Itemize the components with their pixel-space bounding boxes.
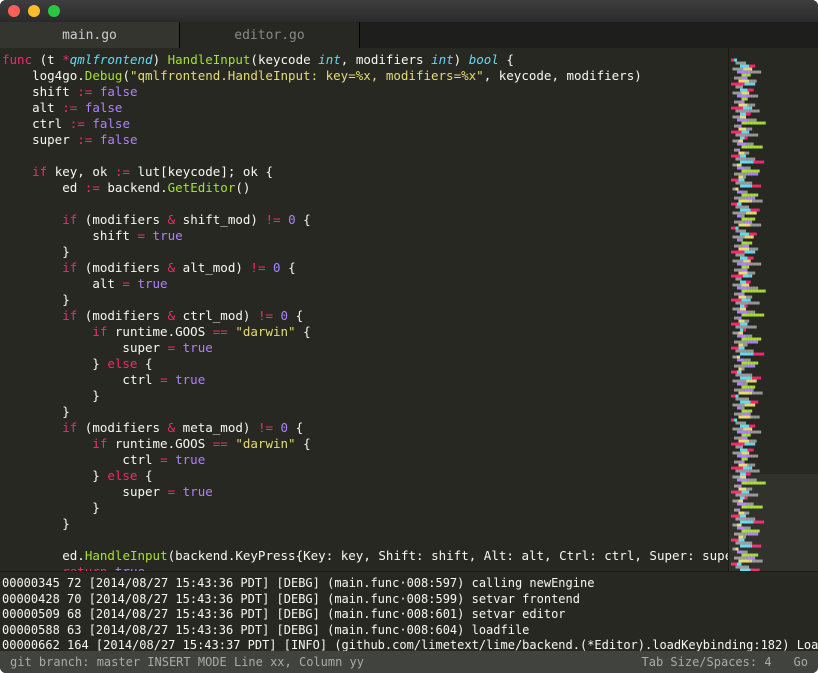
zoom-icon[interactable] xyxy=(48,5,60,17)
minimize-icon[interactable] xyxy=(28,5,40,17)
tab-editor-go[interactable]: editor.go xyxy=(180,22,360,48)
console-panel[interactable]: 00000345 72 [2014/08/27 15:43:36 PDT] [D… xyxy=(0,571,818,651)
editor-window: main.go editor.go func (t *qmlfrontend) … xyxy=(0,0,818,673)
close-icon[interactable] xyxy=(8,5,20,17)
tab-bar: main.go editor.go xyxy=(0,22,818,48)
code-editor[interactable]: func (t *qmlfrontend) HandleInput(keycod… xyxy=(0,48,728,571)
status-bar: git branch: master INSERT MODE Line xx, … xyxy=(0,651,818,673)
status-language[interactable]: Go xyxy=(794,655,808,669)
titlebar xyxy=(0,0,818,22)
tab-label: main.go xyxy=(62,28,117,43)
minimap[interactable]: ████ ███████ ██████████ █████████████ ██… xyxy=(728,48,818,571)
minimap-viewport[interactable] xyxy=(729,474,818,571)
main-area: func (t *qmlfrontend) HandleInput(keycod… xyxy=(0,48,818,571)
status-tabsize[interactable]: Tab Size/Spaces: 4 xyxy=(642,655,772,669)
status-left: git branch: master INSERT MODE Line xx, … xyxy=(10,655,364,669)
tab-main-go[interactable]: main.go xyxy=(0,22,180,48)
status-right: Tab Size/Spaces: 4 Go xyxy=(642,655,809,669)
tab-label: editor.go xyxy=(234,28,304,43)
